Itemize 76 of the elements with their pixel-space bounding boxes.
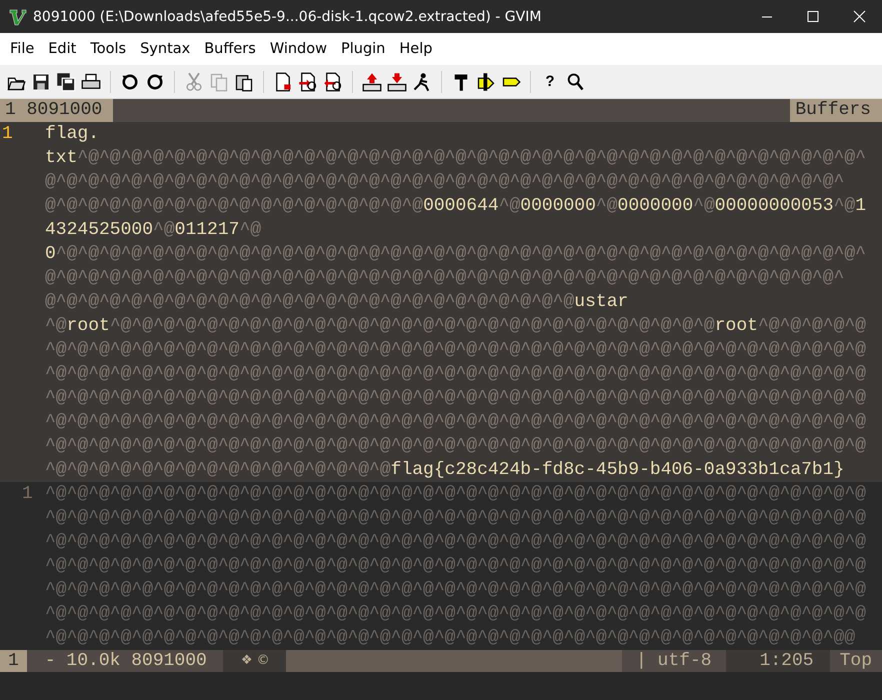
null-characters: ^@	[498, 195, 520, 218]
buffer-tab[interactable]: 1 8091000	[0, 99, 114, 122]
vim-logo-icon	[9, 8, 27, 26]
null-characters: ^@^@^@^@^@^@^@^@^@^@^@^@^@^@^@^@^@^@^@^@^@^@^@^@^@^@^@^@^@^@^@^@^@^@^@^@^@^@	[45, 531, 866, 554]
printer-icon[interactable]	[81, 72, 101, 92]
null-characters: ^@^@^@^@^@^@^@^@^@^@^@^@^@^@^@^@^@^@^@^@^@^@^@^@^@^@^@^@^@^@^@^@^@^@^@^@^	[77, 147, 866, 170]
buffer-text: root	[66, 315, 110, 338]
menu-item[interactable]: Buffers	[197, 41, 263, 57]
status-flags: ❖ ©	[222, 650, 286, 672]
line-number: 1	[1, 123, 13, 146]
window-title: 8091000 (E:\Downloads\afed55e5-9...06-disk-1.qcow2.extracted) - GVIM	[33, 8, 542, 24]
null-characters: ^@	[693, 195, 715, 218]
buffer-text: 0000644	[423, 195, 499, 218]
null-characters: ^@	[45, 315, 67, 338]
buffer-text: 00000000053	[714, 195, 834, 218]
null-characters: ^@^@^@^@^@	[758, 315, 866, 338]
document-icon[interactable]	[273, 72, 293, 92]
null-characters: @^@^@^@^@^@^@^@^@^@^@^@^@^@^@^@^@^@^@^@^@^@^@^@^@	[45, 291, 574, 314]
menu-item[interactable]: Plugin	[334, 41, 392, 57]
magnifier-icon[interactable]	[565, 72, 585, 92]
null-characters: ^@^@^@^@^@^@^@^@^@^@^@^@^@^@^@^@^@^@^@^@^@^@^@^@^@^@^@^@^@^@^@^@^@^@^@^@^@^@	[45, 603, 866, 626]
buffer-text: 0	[45, 243, 56, 266]
null-characters: ^@^@^@^@^@^@^@^@^@^@^@^@^@^@^@^@^@^@^@^@^@^@^@^@^@^@^@^@^@^@^@^@^@^@^@^@^@^@	[45, 363, 866, 386]
buffer-text: 0000000	[618, 195, 694, 218]
help-button[interactable]: ?	[540, 72, 560, 92]
buffer-text: 4324525000	[45, 219, 154, 242]
null-characters: ^@^@^@^@^@^@^@^@^@^@^@^@^@^@^@^@^@^@^@^@^@^@^@^@^@^@^@^@^@^@^@^@^@^@^@^@^@^	[56, 243, 866, 266]
menu-item[interactable]: Tools	[83, 41, 134, 57]
null-characters: ^@^@^@^@^@^@^@^@^@^@^@^@^@^@^@^@^@^@^@^@^@^@^@^@^@^@^@^@^@^@^@^@^@^@^@^@^@^@	[45, 339, 866, 362]
buffer-text: 0000000	[520, 195, 596, 218]
magnifier-icon[interactable]	[323, 72, 343, 92]
null-characters: ^@	[153, 219, 175, 242]
floppies-icon[interactable]	[56, 72, 76, 92]
null-characters: ^@^@^@^@^@^@^@^@^@^@^@^@^@^@^@^@^@^@^@^@^@^@^@^@^@^@^@^@	[110, 315, 715, 338]
status-position: 1:205	[726, 650, 830, 672]
menu-item[interactable]: Window	[262, 41, 334, 57]
undo-icon[interactable]	[120, 72, 140, 92]
buffer-text: root	[714, 315, 758, 338]
buffer-text: ustar	[574, 291, 628, 314]
buffer-text: 011217	[174, 219, 240, 242]
null-characters: @^@^@^@^@^@^@^@^@^@^@^@^@^@^@^@^@^@^@^@^@^@^@^@^@^@^@^@^@^@^@^@^@^@^@^@^@^	[45, 171, 844, 194]
null-characters: ^@^@^@^@^@^@^@^@^@^@^@^@^@^@^@^@^@^@^@^@^@^@^@^@^@^@^@^@^@^@^@^@^@^@^@^@^@^@	[45, 555, 866, 578]
null-characters: ^@^@^@^@^@^@^@^@^@^@^@^@^@^@^@^@^@^@^@^@^@^@^@^@^@^@^@^@^@^@^@^@^@^@^@^@^@^@	[45, 579, 866, 602]
null-characters: ^@^@^@^@^@^@^@^@^@^@^@^@^@^@^@^@^@^@^@^@^@^@^@^@^@^@^@^@^@^@^@^@^@^@^@^@^@^@	[45, 483, 866, 506]
buffer-text: flag.	[45, 123, 100, 146]
magnifier-icon[interactable]	[298, 72, 318, 92]
null-characters: ^@^@^@^@^@^@^@^@^@^@^@^@^@^@^@^@	[45, 459, 391, 482]
buffer-text: 1	[855, 195, 866, 218]
status-encoding: | utf-8	[622, 650, 726, 672]
menu-item[interactable]: Syntax	[133, 41, 198, 57]
status-mode: 1	[0, 650, 27, 672]
null-characters: ^@	[834, 195, 856, 218]
redo-icon[interactable]	[145, 72, 165, 92]
null-characters: ^@	[239, 219, 262, 242]
running-figure-icon[interactable]	[412, 72, 432, 92]
menu-item[interactable]: Edit	[41, 41, 84, 57]
buffer-text: flag{c28c424b-fd8c-45b9-b406-0a933b1ca7b1}	[390, 459, 844, 482]
tray-icon[interactable]	[387, 72, 407, 92]
menu-item[interactable]: File	[3, 41, 42, 57]
status-scroll: Top	[830, 650, 882, 672]
buffer-text: txt	[45, 147, 78, 170]
null-characters: ^@^@^@^@^@^@^@^@^@^@^@^@^@^@^@^@^@^@^@^@^@^@^@^@^@^@^@^@^@^@^@^@^@^@^@^@^@^@	[45, 387, 866, 410]
null-characters: @^@^@^@^@^@^@^@^@^@^@^@^@^@^@^@^@^@	[45, 195, 424, 218]
null-characters: ^@	[596, 195, 618, 218]
tag-icon[interactable]	[476, 72, 496, 92]
floppy-icon[interactable]	[31, 72, 51, 92]
null-characters: @^@^@^@^@^@^@^@^@^@^@^@^@^@^@^@^@^@^@^@^@^@^@^@^@^@^@^@^@^@^@^@^@^@^@^@^@^	[45, 267, 844, 290]
buffers-label: Buffers	[790, 99, 882, 122]
null-characters: ^@^@^@^@^@^@^@^@^@^@^@^@^@^@^@^@^@^@^@^@^@^@^@^@^@^@^@^@^@^@^@^@^@^@^@^@^@^@	[45, 435, 866, 458]
menu-item[interactable]: Help	[392, 41, 440, 57]
tray-icon[interactable]	[362, 72, 382, 92]
status-file: - 10.0k 8091000	[26, 650, 223, 672]
line-number: 1	[21, 483, 33, 506]
null-characters: ^@^@^@^@^@^@^@^@^@^@^@^@^@^@^@^@^@^@^@^@^@^@^@^@^@^@^@^@^@^@^@^@^@^@^@^@^@@	[45, 627, 856, 650]
null-characters: ^@^@^@^@^@^@^@^@^@^@^@^@^@^@^@^@^@^@^@^@^@^@^@^@^@^@^@^@^@^@^@^@^@^@^@^@^@^@	[45, 507, 866, 530]
null-characters: ^@^@^@^@^@^@^@^@^@^@^@^@^@^@^@^@^@^@^@^@^@^@^@^@^@^@^@^@^@^@^@^@^@^@^@^@^@^@	[45, 411, 866, 434]
